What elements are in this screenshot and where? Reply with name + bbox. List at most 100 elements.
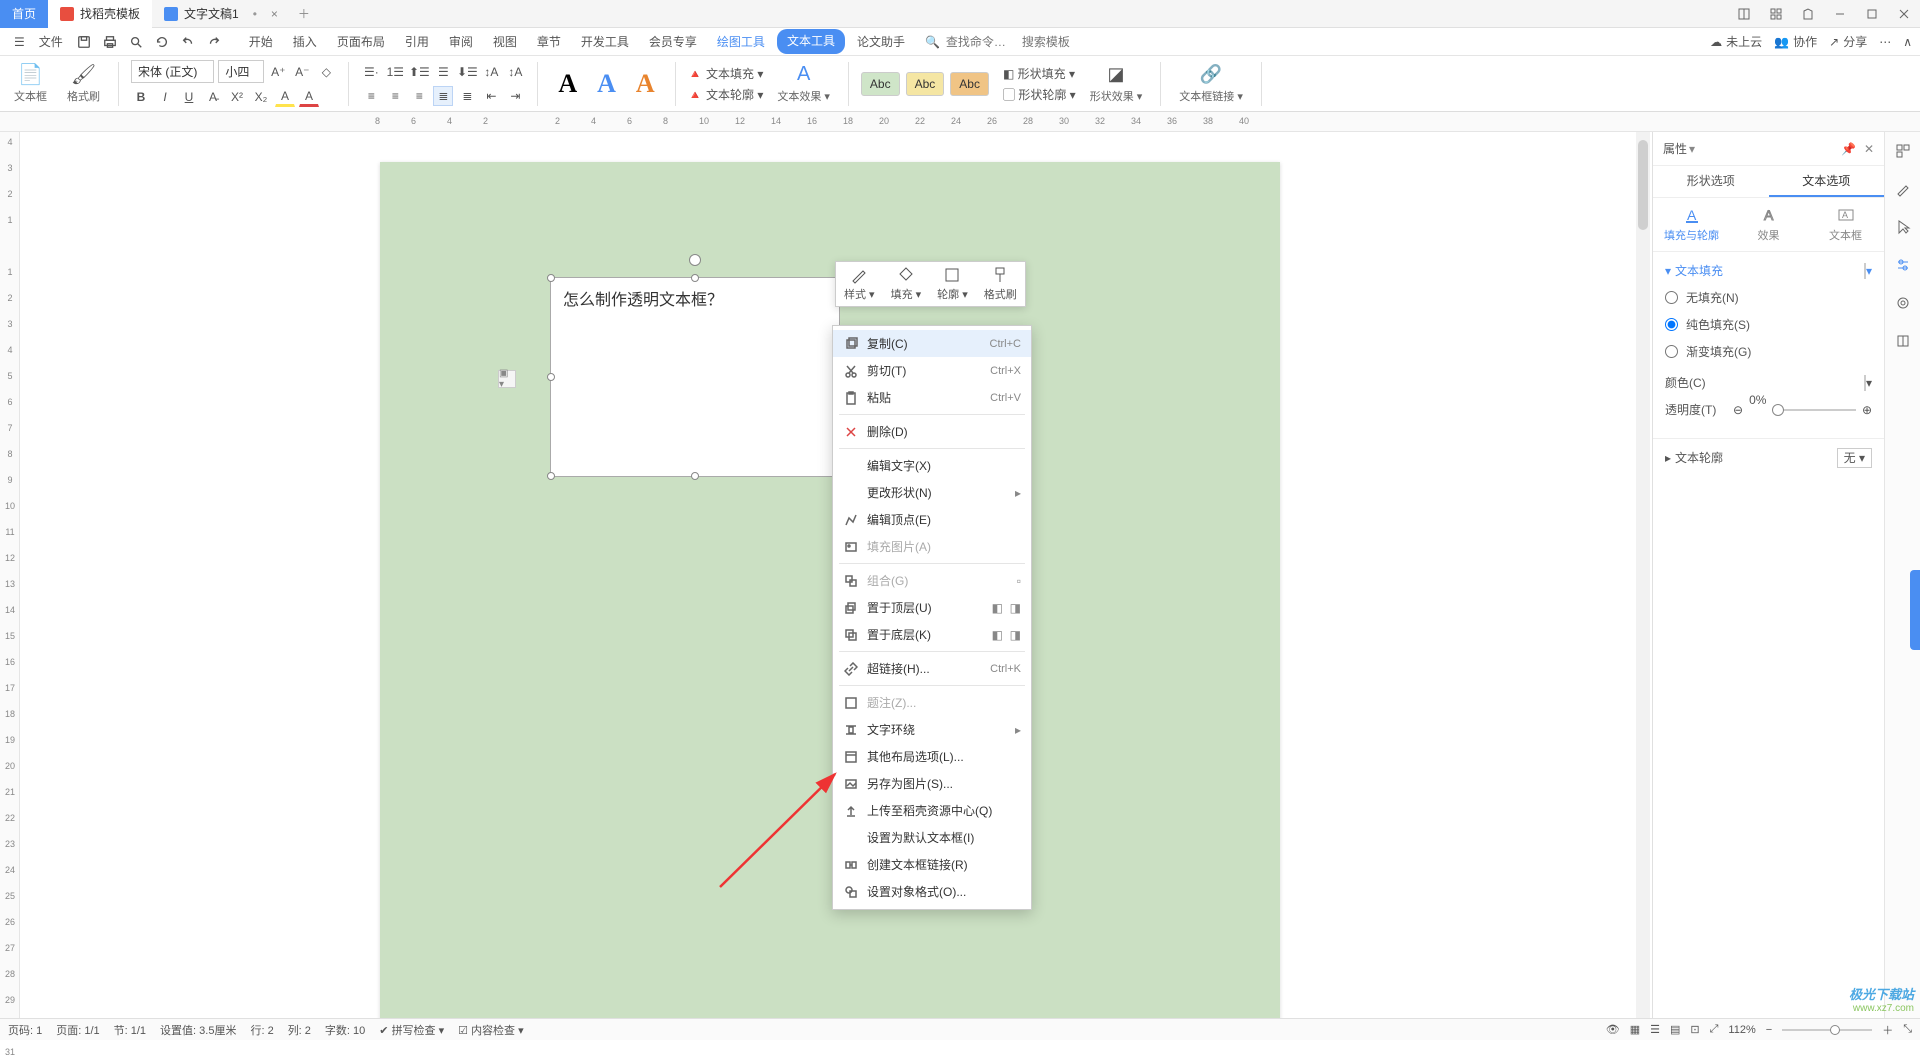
tab-dev[interactable]: 开发工具 xyxy=(573,29,637,54)
text-style-a2[interactable]: A xyxy=(589,69,624,99)
strip-pencil-icon[interactable] xyxy=(1892,178,1914,200)
order-sub-icons[interactable]: ◧ ◨ xyxy=(992,601,1021,615)
horizontal-ruler[interactable]: 8642246810121416182022242628303234363840 xyxy=(0,112,1920,132)
status-expand-icon[interactable]: ⤡ xyxy=(1903,1023,1912,1036)
ctx-wrap[interactable]: 文字环绕▸ xyxy=(833,716,1031,743)
color-swatch[interactable] xyxy=(1864,375,1866,391)
status-line[interactable]: 行: 2 xyxy=(250,1022,273,1038)
file-menu[interactable]: 文件 xyxy=(33,29,69,54)
ctx-copy[interactable]: 复制(C)Ctrl+C xyxy=(833,330,1031,357)
tab-close-icon[interactable]: × xyxy=(271,7,278,21)
text-style-a3[interactable]: A xyxy=(628,69,663,99)
save-icon[interactable] xyxy=(73,31,95,53)
handle-mid-top[interactable] xyxy=(691,274,699,282)
collapse-ribbon-icon[interactable]: ∧ xyxy=(1903,35,1912,49)
transparency-slider[interactable]: ⊖ 0% ⊕ xyxy=(1733,403,1872,417)
align-mid-icon[interactable]: ☰ xyxy=(433,62,453,82)
apps-grid-icon[interactable] xyxy=(1760,0,1792,28)
layout-grid-icon[interactable] xyxy=(1728,0,1760,28)
tab-view[interactable]: 视图 xyxy=(485,29,525,54)
share-link[interactable]: ↗ 分享 xyxy=(1829,33,1867,50)
ctx-layout[interactable]: 其他布局选项(L)... xyxy=(833,743,1031,770)
textbox-group[interactable]: 📄 文本框 xyxy=(8,64,53,104)
redo-icon[interactable] xyxy=(203,31,225,53)
tab-docer[interactable]: 找稻壳模板 xyxy=(48,0,152,28)
skin-icon[interactable] xyxy=(1792,0,1824,28)
texteffect-group[interactable]: A 文本效果 ▾ xyxy=(771,64,836,104)
rotate-handle[interactable] xyxy=(689,254,701,266)
close-button[interactable] xyxy=(1888,0,1920,28)
command-search-input[interactable] xyxy=(946,35,1016,49)
indent-dec-icon[interactable]: ⇤ xyxy=(481,86,501,106)
italic-button[interactable]: I xyxy=(155,87,175,107)
template-search-input[interactable] xyxy=(1022,35,1092,49)
bullets-icon[interactable]: ☰· xyxy=(361,62,381,82)
zoom-value[interactable]: 112% xyxy=(1728,1024,1755,1036)
hamburger-icon[interactable]: ☰ xyxy=(8,31,31,53)
collab-link[interactable]: 👥 协作 xyxy=(1774,33,1817,50)
status-section[interactable]: 节: 1/1 xyxy=(114,1022,146,1038)
section-textfill[interactable]: ▾ 文本填充 ▾ xyxy=(1665,262,1872,279)
strip-target-icon[interactable] xyxy=(1892,292,1914,314)
textbox-shape[interactable]: 怎么制作透明文本框？ xyxy=(550,277,840,477)
strip-gallery-icon[interactable] xyxy=(1892,140,1914,162)
align-center-icon[interactable]: ≡ xyxy=(385,86,405,106)
strip-settings-icon[interactable] xyxy=(1892,254,1914,276)
line-spacing-icon[interactable]: ↕A xyxy=(481,62,501,82)
textbox-text[interactable]: 怎么制作透明文本框？ xyxy=(551,278,839,310)
ft-fmtpainter[interactable]: 格式刷 xyxy=(976,262,1025,306)
ctx-editpoints[interactable]: 编辑顶点(E) xyxy=(833,506,1031,533)
status-eye-icon[interactable]: 👁 xyxy=(1606,1023,1620,1036)
tab-review[interactable]: 审阅 xyxy=(441,29,481,54)
fontcolor-button[interactable]: A xyxy=(299,87,319,107)
strike-button[interactable]: A̵ xyxy=(203,87,223,107)
maximize-button[interactable] xyxy=(1856,0,1888,28)
numbering-icon[interactable]: 1☰ xyxy=(385,62,405,82)
ctx-cut[interactable]: 剪切(T)Ctrl+X xyxy=(833,357,1031,384)
zoom-slider[interactable] xyxy=(1782,1029,1872,1031)
shape-preset-2[interactable]: Abc xyxy=(906,72,945,96)
more-icon[interactable]: ⋯ xyxy=(1879,35,1891,49)
tab-member[interactable]: 会员专享 xyxy=(641,29,705,54)
status-view2-icon[interactable]: ☰ xyxy=(1650,1023,1660,1036)
subtab-textbox[interactable]: A文本框 xyxy=(1807,198,1884,251)
panel-tab-shape[interactable]: 形状选项 xyxy=(1653,166,1769,197)
ctx-createlink[interactable]: 创建文本框链接(R) xyxy=(833,851,1031,878)
preview-icon[interactable] xyxy=(125,31,147,53)
ctx-edittext[interactable]: 编辑文字(X) xyxy=(833,452,1031,479)
handle-bottom-left[interactable] xyxy=(547,472,555,480)
panel-tab-text[interactable]: 文本选项 xyxy=(1769,166,1885,197)
ft-outline[interactable]: 轮廓 ▾ xyxy=(929,262,976,306)
radio-nofill[interactable] xyxy=(1665,291,1678,304)
text-direction-icon[interactable]: ↕A xyxy=(505,62,525,82)
shapeoutline-menu[interactable]: ▢ 形状轮廓 ▾ xyxy=(1003,86,1076,103)
slider-minus-icon[interactable]: ⊖ xyxy=(1733,403,1743,417)
superscript-button[interactable]: X² xyxy=(227,87,247,107)
shrink-font-icon[interactable]: A⁻ xyxy=(292,62,312,82)
ft-fill[interactable]: 填充 ▾ xyxy=(883,262,930,306)
cloud-status[interactable]: ☁ 未上云 xyxy=(1710,33,1762,50)
ft-style[interactable]: 样式 ▾ xyxy=(836,262,883,306)
ctx-sendback[interactable]: 置于底层(K)◧ ◨ xyxy=(833,621,1031,648)
outline-select[interactable]: 无 ▾ xyxy=(1837,448,1872,468)
indent-inc-icon[interactable]: ⇥ xyxy=(505,86,525,106)
font-size-select[interactable]: 小四 xyxy=(218,60,264,83)
radio-gradfill[interactable] xyxy=(1665,345,1678,358)
search-icon[interactable]: 🔍 xyxy=(925,35,940,49)
order-sub-icons2[interactable]: ◧ ◨ xyxy=(992,628,1021,642)
status-spell[interactable]: ✔ 拼写检查 ▾ xyxy=(379,1022,444,1038)
ctx-changeshape[interactable]: 更改形状(N)▸ xyxy=(833,479,1031,506)
status-content[interactable]: ☑ 内容检查 ▾ xyxy=(458,1022,524,1038)
ctx-delete[interactable]: 删除(D) xyxy=(833,418,1031,445)
tab-add-button[interactable]: ＋ xyxy=(290,5,318,22)
clear-format-icon[interactable]: ◇ xyxy=(316,62,336,82)
status-words[interactable]: 字数: 10 xyxy=(325,1022,365,1038)
tab-home[interactable]: 首页 xyxy=(0,0,48,28)
shape-preset-1[interactable]: Abc xyxy=(861,72,900,96)
align-bot-icon[interactable]: ⬇☰ xyxy=(457,62,477,82)
status-pageof[interactable]: 页面: 1/1 xyxy=(56,1022,99,1038)
align-right-icon[interactable]: ≡ xyxy=(409,86,429,106)
ctx-upload[interactable]: 上传至稻壳资源中心(Q) xyxy=(833,797,1031,824)
zoom-plus-icon[interactable]: ＋ xyxy=(1882,1022,1893,1038)
underline-button[interactable]: U xyxy=(179,87,199,107)
